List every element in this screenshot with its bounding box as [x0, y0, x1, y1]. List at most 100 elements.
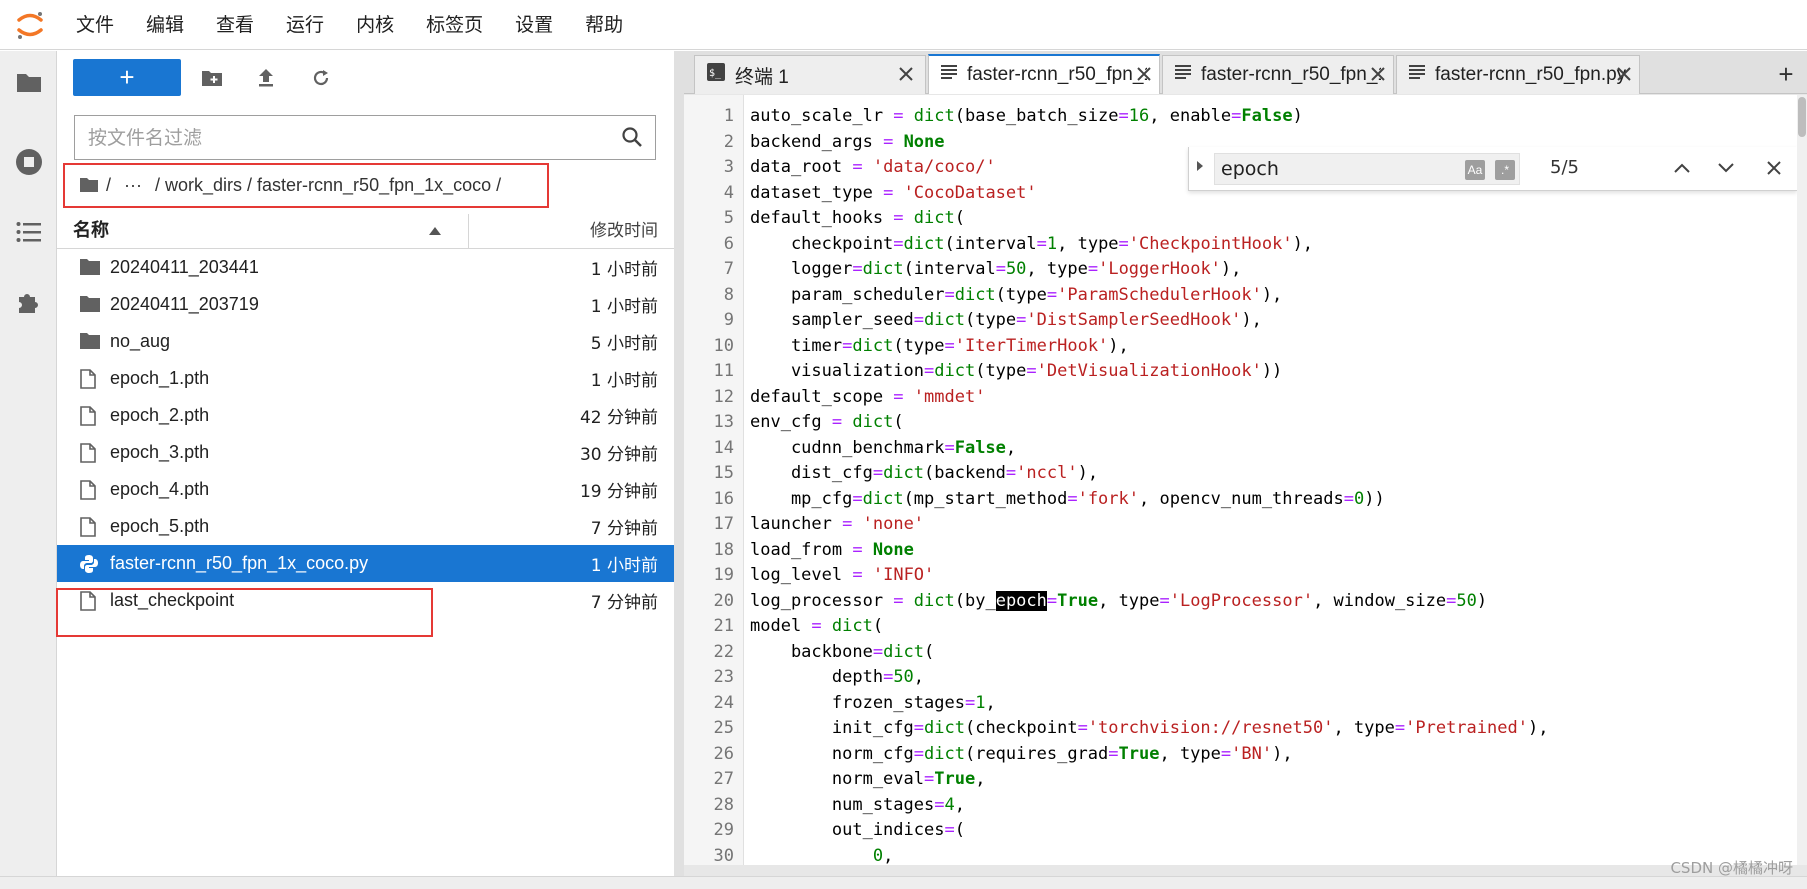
- column-name-label: 名称: [73, 220, 109, 241]
- tab-base-model[interactable]: faster-rcnn_r50_fpn.py: [1396, 55, 1640, 94]
- file-row[interactable]: epoch_5.pth 7 分钟前: [57, 508, 674, 545]
- column-modified-header[interactable]: 修改时间: [590, 214, 658, 248]
- activity-bar: [0, 51, 57, 889]
- find-widget: Aa .* 5/5: [1188, 147, 1797, 191]
- tab-terminal-1[interactable]: $_ 终端 1: [694, 55, 926, 94]
- file-name: epoch_3.pth: [110, 442, 210, 462]
- folder-icon: [79, 332, 101, 352]
- file-list: 20240411_203441 1 小时前 20240411_203719 1 小时前…: [57, 249, 674, 619]
- file-row[interactable]: epoch_1.pth 1 小时前: [57, 360, 674, 397]
- line-number: 22: [713, 641, 734, 662]
- file-name: no_aug: [110, 331, 171, 351]
- line-number: 30: [713, 845, 734, 866]
- line-number: 4: [723, 182, 734, 203]
- code-editor[interactable]: 1 auto_scale_lr = dict(base_batch_size=16…: [684, 95, 1797, 865]
- search-icon[interactable]: [621, 126, 645, 150]
- status-bar: [0, 876, 1807, 889]
- line-number: 19: [713, 565, 734, 585]
- file-modified: 1 小时前: [590, 297, 658, 317]
- scrollbar-thumb[interactable]: [1798, 97, 1806, 137]
- code-lines: 1 auto_scale_lr = dict(base_batch_size=16…: [684, 104, 1797, 865]
- close-icon[interactable]: [1615, 65, 1633, 83]
- text-file-icon: [941, 64, 957, 86]
- line-number: 7: [723, 259, 734, 279]
- running-stop-icon[interactable]: [14, 147, 44, 177]
- tab-label: faster-rcnn_r50_fpn.py: [1435, 64, 1627, 85]
- editor-scrollbar[interactable]: [1797, 95, 1807, 865]
- file-browser-toolbar: +: [57, 51, 674, 107]
- extension-puzzle-icon[interactable]: [14, 287, 44, 317]
- file-icon: [79, 406, 101, 426]
- file-filter: [74, 115, 656, 160]
- file-icon: [79, 480, 101, 500]
- menu-help[interactable]: 帮助: [569, 0, 639, 50]
- add-tab-button[interactable]: +: [1771, 59, 1801, 89]
- file-name: 20240411_203719: [110, 294, 259, 314]
- line-number: 16: [713, 488, 734, 509]
- menu-file[interactable]: 文件: [60, 0, 130, 50]
- menu-view[interactable]: 查看: [200, 0, 270, 50]
- next-match-icon[interactable]: [1713, 155, 1739, 181]
- menu-edit[interactable]: 编辑: [130, 0, 200, 50]
- file-row[interactable]: epoch_4.pth 19 分钟前: [57, 471, 674, 508]
- home-folder-icon[interactable]: [79, 175, 99, 196]
- line-number: 1: [723, 106, 734, 126]
- tab-config-active[interactable]: faster-rcnn_r50_fpn_1x: [928, 54, 1160, 94]
- toggle-replace-icon[interactable]: [1197, 161, 1203, 171]
- line-number: 10: [713, 335, 734, 356]
- close-icon[interactable]: [1369, 65, 1387, 83]
- file-filter-input[interactable]: [75, 116, 595, 159]
- breadcrumb-root[interactable]: /: [106, 175, 111, 196]
- line-number: 24: [713, 692, 734, 713]
- file-name: epoch_5.pth: [110, 516, 210, 536]
- find-input-box: Aa .*: [1214, 153, 1520, 185]
- close-find-icon[interactable]: [1761, 155, 1787, 181]
- line-number: 12: [713, 386, 734, 407]
- file-row[interactable]: epoch_2.pth 42 分钟前: [57, 397, 674, 434]
- previous-match-icon[interactable]: [1669, 155, 1695, 181]
- sort-ascending-icon[interactable]: [429, 227, 441, 235]
- folder-icon: [79, 295, 101, 315]
- line-number: 28: [713, 794, 734, 815]
- menu-tabs[interactable]: 标签页: [410, 0, 499, 50]
- watermark: CSDN @橘橘冲呀: [1670, 859, 1793, 877]
- line-number: 8: [723, 284, 734, 305]
- toc-list-icon[interactable]: [14, 217, 44, 247]
- upload-icon[interactable]: [251, 63, 281, 93]
- file-row[interactable]: 20240411_203441 1 小时前: [57, 249, 674, 286]
- file-row[interactable]: epoch_3.pth 30 分钟前: [57, 434, 674, 471]
- file-browser: + / ··· / work_dirs / faster-rcnn_r50_fp…: [56, 51, 674, 876]
- match-case-icon[interactable]: Aa: [1465, 160, 1485, 180]
- line-number: 27: [713, 769, 734, 789]
- menu-kernel[interactable]: 内核: [340, 0, 410, 50]
- menu-bar: 文件 编辑 查看 运行 内核 标签页 设置 帮助: [0, 0, 1807, 50]
- menu-settings[interactable]: 设置: [499, 0, 569, 50]
- file-row[interactable]: 20240411_203719 1 小时前: [57, 286, 674, 323]
- line-number: 11: [713, 361, 734, 381]
- file-icon: [79, 517, 101, 537]
- column-name-header[interactable]: 名称: [57, 214, 469, 248]
- panel-splitter[interactable]: [674, 51, 684, 876]
- menu-run[interactable]: 运行: [270, 0, 340, 50]
- file-modified: 7 分钟前: [590, 593, 658, 613]
- file-icon: [79, 369, 101, 389]
- file-row[interactable]: last_checkpoint 7 分钟前: [57, 582, 674, 619]
- new-launcher-button[interactable]: +: [73, 59, 181, 96]
- folder-icon[interactable]: [14, 67, 44, 97]
- breadcrumb-path[interactable]: / work_dirs / faster-rcnn_r50_fpn_1x_coc…: [155, 175, 501, 196]
- file-row[interactable]: faster-rcnn_r50_fpn_1x_coco.py 1 小时前: [57, 545, 674, 582]
- new-folder-icon[interactable]: [197, 63, 227, 93]
- file-name: epoch_2.pth: [110, 405, 210, 425]
- file-row[interactable]: no_aug 5 小时前: [57, 323, 674, 360]
- find-input[interactable]: [1215, 154, 1445, 184]
- file-icon: [79, 591, 101, 611]
- file-modified: 42 分钟前: [579, 408, 658, 428]
- close-icon[interactable]: [1135, 65, 1153, 83]
- breadcrumb-ellipsis[interactable]: ···: [124, 175, 142, 196]
- jupyter-logo-icon[interactable]: [0, 0, 60, 50]
- terminal-icon: $_: [707, 63, 725, 87]
- refresh-icon[interactable]: [306, 63, 336, 93]
- close-icon[interactable]: [897, 65, 915, 83]
- regex-icon[interactable]: .*: [1495, 160, 1515, 180]
- tab-config-2[interactable]: faster-rcnn_r50_fpn_1x: [1162, 55, 1394, 94]
